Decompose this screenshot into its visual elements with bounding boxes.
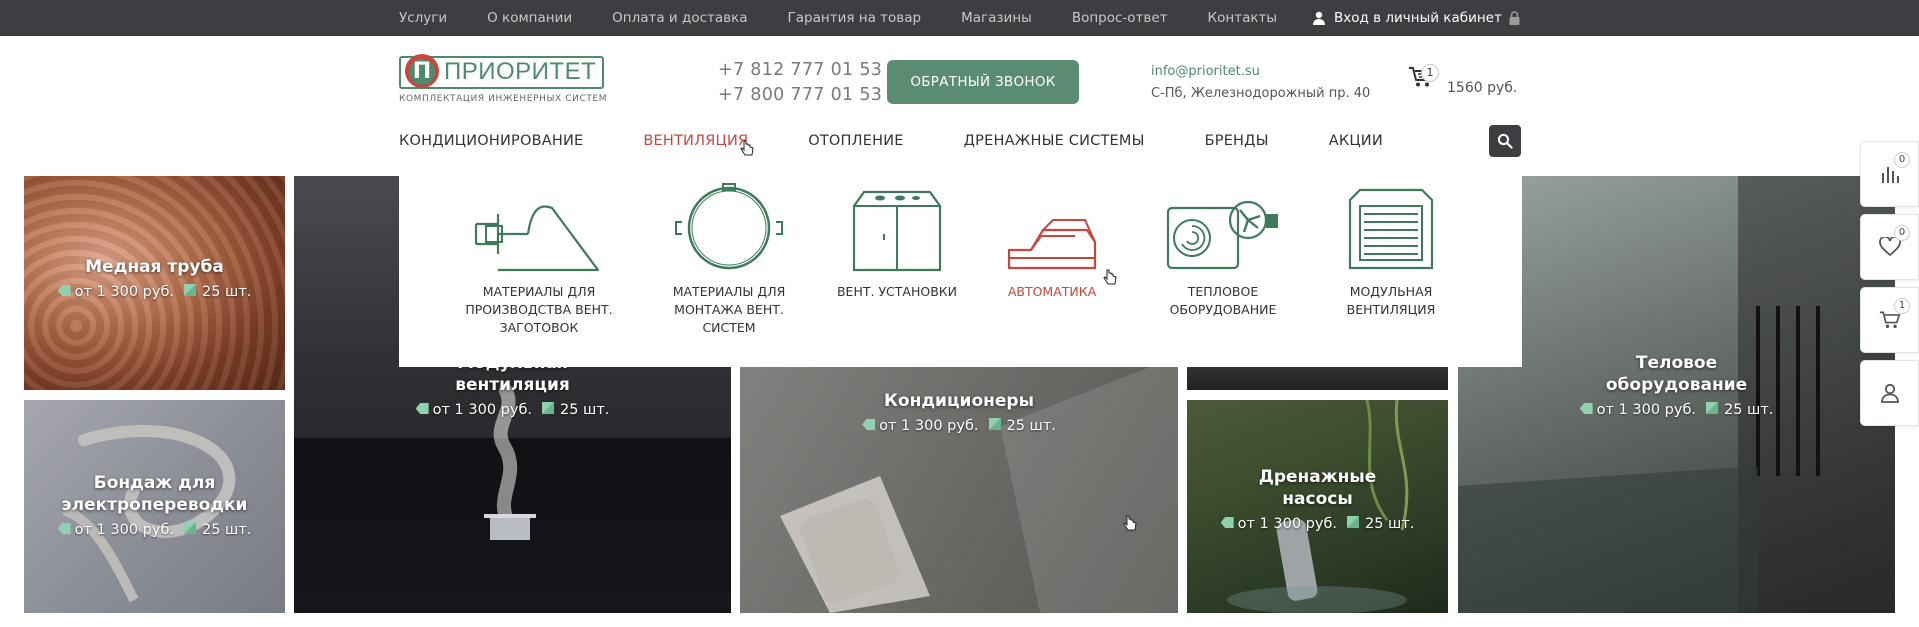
search-icon — [1497, 133, 1513, 149]
nav-heating[interactable]: ОТОПЛЕНИЕ — [808, 133, 903, 149]
login-label: Вход в личный кабинет — [1334, 10, 1502, 26]
price-tag-icon — [1220, 517, 1234, 528]
heat-fan-icon — [1166, 200, 1278, 270]
tile-title: Теловое оборудование — [1605, 353, 1748, 395]
price-tag-icon — [57, 523, 71, 534]
top-link-warranty[interactable]: Гарантия на товар — [788, 10, 922, 26]
top-link-contacts[interactable]: Контакты — [1208, 10, 1277, 26]
tile-price: от 1 300 руб. — [74, 522, 174, 538]
vent-unit-icon — [852, 190, 942, 272]
ventilation-dropdown: МАТЕРИАЛЫ ДЛЯ ПРОИЗВОДСТВА ВЕНТ. ЗАГОТОВ… — [399, 176, 1522, 367]
stock-icon — [1706, 402, 1718, 414]
top-link-payment[interactable]: Оплата и доставка — [612, 10, 747, 26]
search-button[interactable] — [1489, 125, 1521, 157]
tile-price: от 1 300 руб. — [432, 402, 532, 418]
lock-icon — [1509, 11, 1520, 25]
compare-count-badge: 0 — [1894, 152, 1910, 168]
stock-icon — [1347, 516, 1359, 528]
tile-drainage-pumps[interactable]: Дренажные насосы от 1 300 руб. 25 шт. — [1187, 400, 1448, 613]
tile-qty: 25 шт. — [202, 284, 252, 300]
dd-label: ВЕНТ. УСТАНОВКИ — [836, 284, 958, 299]
top-nav: Услуги О компании Оплата и доставка Гара… — [399, 0, 1317, 36]
modular-vent-icon — [1348, 188, 1434, 270]
top-link-about[interactable]: О компании — [487, 10, 572, 26]
compare-button[interactable]: 0 — [1860, 141, 1919, 207]
price-tag-icon — [415, 403, 429, 414]
tile-title: Дренажные насосы — [1258, 467, 1377, 509]
logo-subtitle: КОМПЛЕКТАЦИЯ ИНЖЕНЕРНЫХ СИСТЕМ — [399, 94, 608, 104]
email-link[interactable]: info@prioritet.su — [1151, 61, 1370, 83]
top-link-stores[interactable]: Магазины — [961, 10, 1032, 26]
hand-cursor-icon — [1123, 515, 1137, 531]
contact-block: info@prioritet.su С-Пб, Железнодорожный … — [1151, 61, 1370, 105]
main-nav: КОНДИЦИОНИРОВАНИЕ ВЕНТИЛЯЦИЯ ОТОПЛЕНИЕ Д… — [399, 128, 1443, 154]
tile-heat-equipment[interactable]: Теловое оборудование от 1 300 руб. 25 шт. — [1458, 176, 1895, 613]
tile-cable-bandage[interactable]: Бондаж для электропереводки от 1 300 руб… — [24, 400, 285, 613]
nav-promotions[interactable]: АКЦИИ — [1329, 133, 1383, 149]
tile-price: от 1 300 руб. — [74, 284, 174, 300]
tile-qty: 25 шт. — [560, 402, 610, 418]
price-tag-icon — [57, 285, 71, 296]
tile-price: от 1 300 руб. — [1237, 516, 1337, 532]
logo-letter: П — [409, 59, 435, 85]
tile-price: от 1 300 руб. — [1596, 402, 1696, 418]
logo[interactable]: П ПРИОРИТЕТ КОМПЛЕКТАЦИЯ ИНЖЕНЕРНЫХ СИСТ… — [399, 54, 608, 108]
tile-title: Бондаж для электропереводки — [61, 473, 248, 515]
top-link-faq[interactable]: Вопрос-ответ — [1072, 10, 1168, 26]
top-bar: Услуги О компании Оплата и доставка Гара… — [0, 0, 1919, 36]
nav-ventilation[interactable]: ВЕНТИЛЯЦИЯ — [643, 133, 748, 149]
phone-spb[interactable]: +7 812 777 01 53 — [718, 58, 882, 83]
dd-label: МАТЕРИАЛЫ ДЛЯ МОНТАЖА ВЕНТ. СИСТЕМ — [672, 284, 786, 335]
tile-price: от 1 300 руб. — [879, 418, 979, 434]
nav-drainage[interactable]: ДРЕНАЖНЫЕ СИСТЕМЫ — [964, 133, 1145, 149]
stock-icon — [542, 402, 554, 414]
price-tag-icon — [862, 419, 876, 430]
favorites-count-badge: 0 — [1894, 225, 1910, 241]
automation-icon — [1007, 219, 1097, 270]
tile-copper-pipe[interactable]: Медная труба от 1 300 руб. 25 шт. — [24, 176, 285, 390]
price-tag-icon — [1579, 403, 1593, 414]
tile-qty: 25 шт. — [1006, 418, 1056, 434]
phone-toll-free[interactable]: +7 800 777 01 53 — [718, 83, 882, 108]
duct-clamp-icon — [675, 183, 783, 270]
dd-label: МАТЕРИАЛЫ ДЛЯ ПРОИЗВОДСТВА ВЕНТ. ЗАГОТОВ… — [465, 284, 613, 335]
hand-cursor-icon — [740, 140, 754, 156]
address: С-Пб, Железнодорожный пр. 40 — [1151, 86, 1371, 101]
cart-sum[interactable]: 1560 руб. — [1447, 80, 1517, 96]
tile-qty: 25 шт. — [202, 522, 252, 538]
nav-brands[interactable]: БРЕНДЫ — [1205, 133, 1269, 149]
stock-icon — [184, 284, 196, 296]
callback-button[interactable]: ОБРАТНЫЙ ЗВОНОК — [887, 60, 1079, 104]
side-cart-count-badge: 1 — [1894, 298, 1910, 314]
side-cart-button[interactable]: 1 — [1860, 287, 1919, 353]
top-link-services[interactable]: Услуги — [399, 10, 447, 26]
tile-qty: 25 шт. — [1365, 516, 1415, 532]
stock-icon — [988, 418, 1001, 430]
nav-conditioning[interactable]: КОНДИЦИОНИРОВАНИЕ — [399, 133, 583, 149]
user-icon — [1880, 383, 1899, 403]
user-icon — [1313, 11, 1325, 25]
bracket-clamp-icon — [474, 205, 600, 272]
dd-label: МОДУЛЬНАЯ ВЕНТИЛЯЦИЯ — [1346, 284, 1436, 317]
tile-title: Медная труба — [85, 257, 224, 277]
dd-label: ТЕПЛОВОЕ ОБОРУДОВАНИЕ — [1169, 284, 1277, 317]
stock-icon — [184, 522, 196, 534]
tile-title: Кондиционеры — [884, 391, 1034, 411]
phone-block: +7 812 777 01 53 +7 800 777 01 53 — [718, 58, 882, 108]
hand-cursor-icon — [1103, 269, 1117, 285]
cart-count-badge: 1 — [1421, 64, 1439, 82]
favorites-button[interactable]: 0 — [1860, 214, 1919, 280]
logo-name: ПРИОРИТЕТ — [444, 58, 597, 85]
login-link[interactable]: Вход в личный кабинет — [1312, 0, 1502, 36]
account-button[interactable] — [1860, 360, 1919, 426]
tile-qty: 25 шт. — [1724, 402, 1774, 418]
